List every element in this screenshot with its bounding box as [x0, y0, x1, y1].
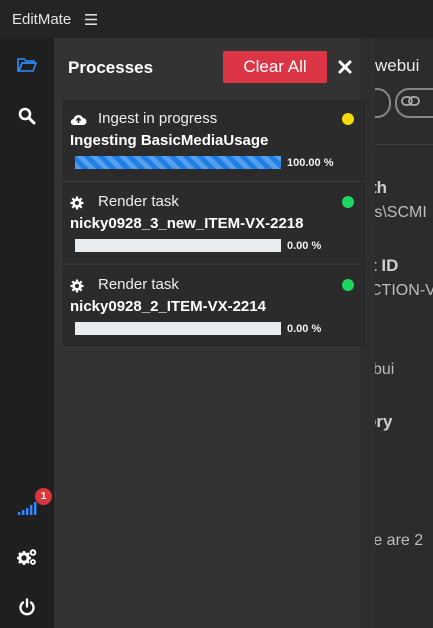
process-type: Render task [98, 276, 179, 293]
process-card[interactable]: Render task nicky0928_3_new_ITEM-VX-2218… [63, 183, 365, 263]
process-name: nicky0928_3_new_ITEM-VX-2218 [70, 215, 304, 232]
process-card[interactable]: Render task nicky0928_2_ITEM-VX-2214 0.0… [63, 266, 365, 346]
background-text: t ID [375, 256, 399, 275]
background-text: rs\SCMI [375, 204, 427, 221]
notification-badge: 1 [35, 488, 52, 505]
cloud-upload-icon [70, 113, 87, 127]
activity-signal-icon[interactable]: 1 [0, 488, 54, 526]
gear-icon [70, 196, 86, 210]
settings-gears-icon[interactable] [0, 539, 54, 575]
background-chip [375, 88, 391, 118]
gear-icon [70, 279, 86, 293]
process-name: nicky0928_2_ITEM-VX-2214 [70, 298, 266, 315]
process-name: Ingesting BasicMediaUsage [70, 132, 269, 149]
app-title: EditMate [12, 10, 72, 28]
background-text: ory [375, 412, 393, 431]
top-bar: EditMate [0, 0, 433, 38]
background-divider [375, 144, 433, 145]
search-icon[interactable] [0, 98, 54, 134]
power-icon[interactable] [0, 589, 54, 625]
left-nav: 1 [0, 38, 54, 628]
menu-icon[interactable] [85, 13, 98, 25]
panel-title: Processes [68, 58, 154, 77]
progress-bar [75, 322, 281, 335]
progress-bar [75, 156, 281, 169]
progress-percent: 0.00 % [287, 240, 322, 252]
progress-fill [75, 156, 281, 169]
background-text: th [375, 178, 388, 197]
process-card[interactable]: Ingest in progress Ingesting BasicMediaU… [63, 100, 365, 180]
status-indicator [342, 196, 354, 208]
close-icon[interactable] [335, 57, 355, 77]
folder-open-icon[interactable] [0, 47, 54, 83]
status-indicator [342, 279, 354, 291]
progress-bar [75, 239, 281, 252]
background-text: CTION-V [375, 282, 433, 299]
process-type: Render task [98, 193, 179, 210]
background-title: webui [375, 56, 420, 75]
clear-all-button[interactable]: Clear All [223, 51, 327, 83]
background-page: webui th rs\SCMI t ID CTION-V bui ory re… [375, 38, 433, 628]
link-chip [395, 88, 433, 118]
status-indicator [342, 113, 354, 125]
background-text: re are 2 [375, 532, 424, 549]
progress-percent: 100.00 % [287, 157, 334, 169]
background-text: bui [375, 361, 395, 378]
process-type: Ingest in progress [98, 110, 218, 127]
panel-header: Processes Clear All [54, 38, 360, 96]
progress-percent: 0.00 % [287, 323, 322, 335]
processes-panel: Processes Clear All Ingest in progress I… [54, 38, 365, 628]
